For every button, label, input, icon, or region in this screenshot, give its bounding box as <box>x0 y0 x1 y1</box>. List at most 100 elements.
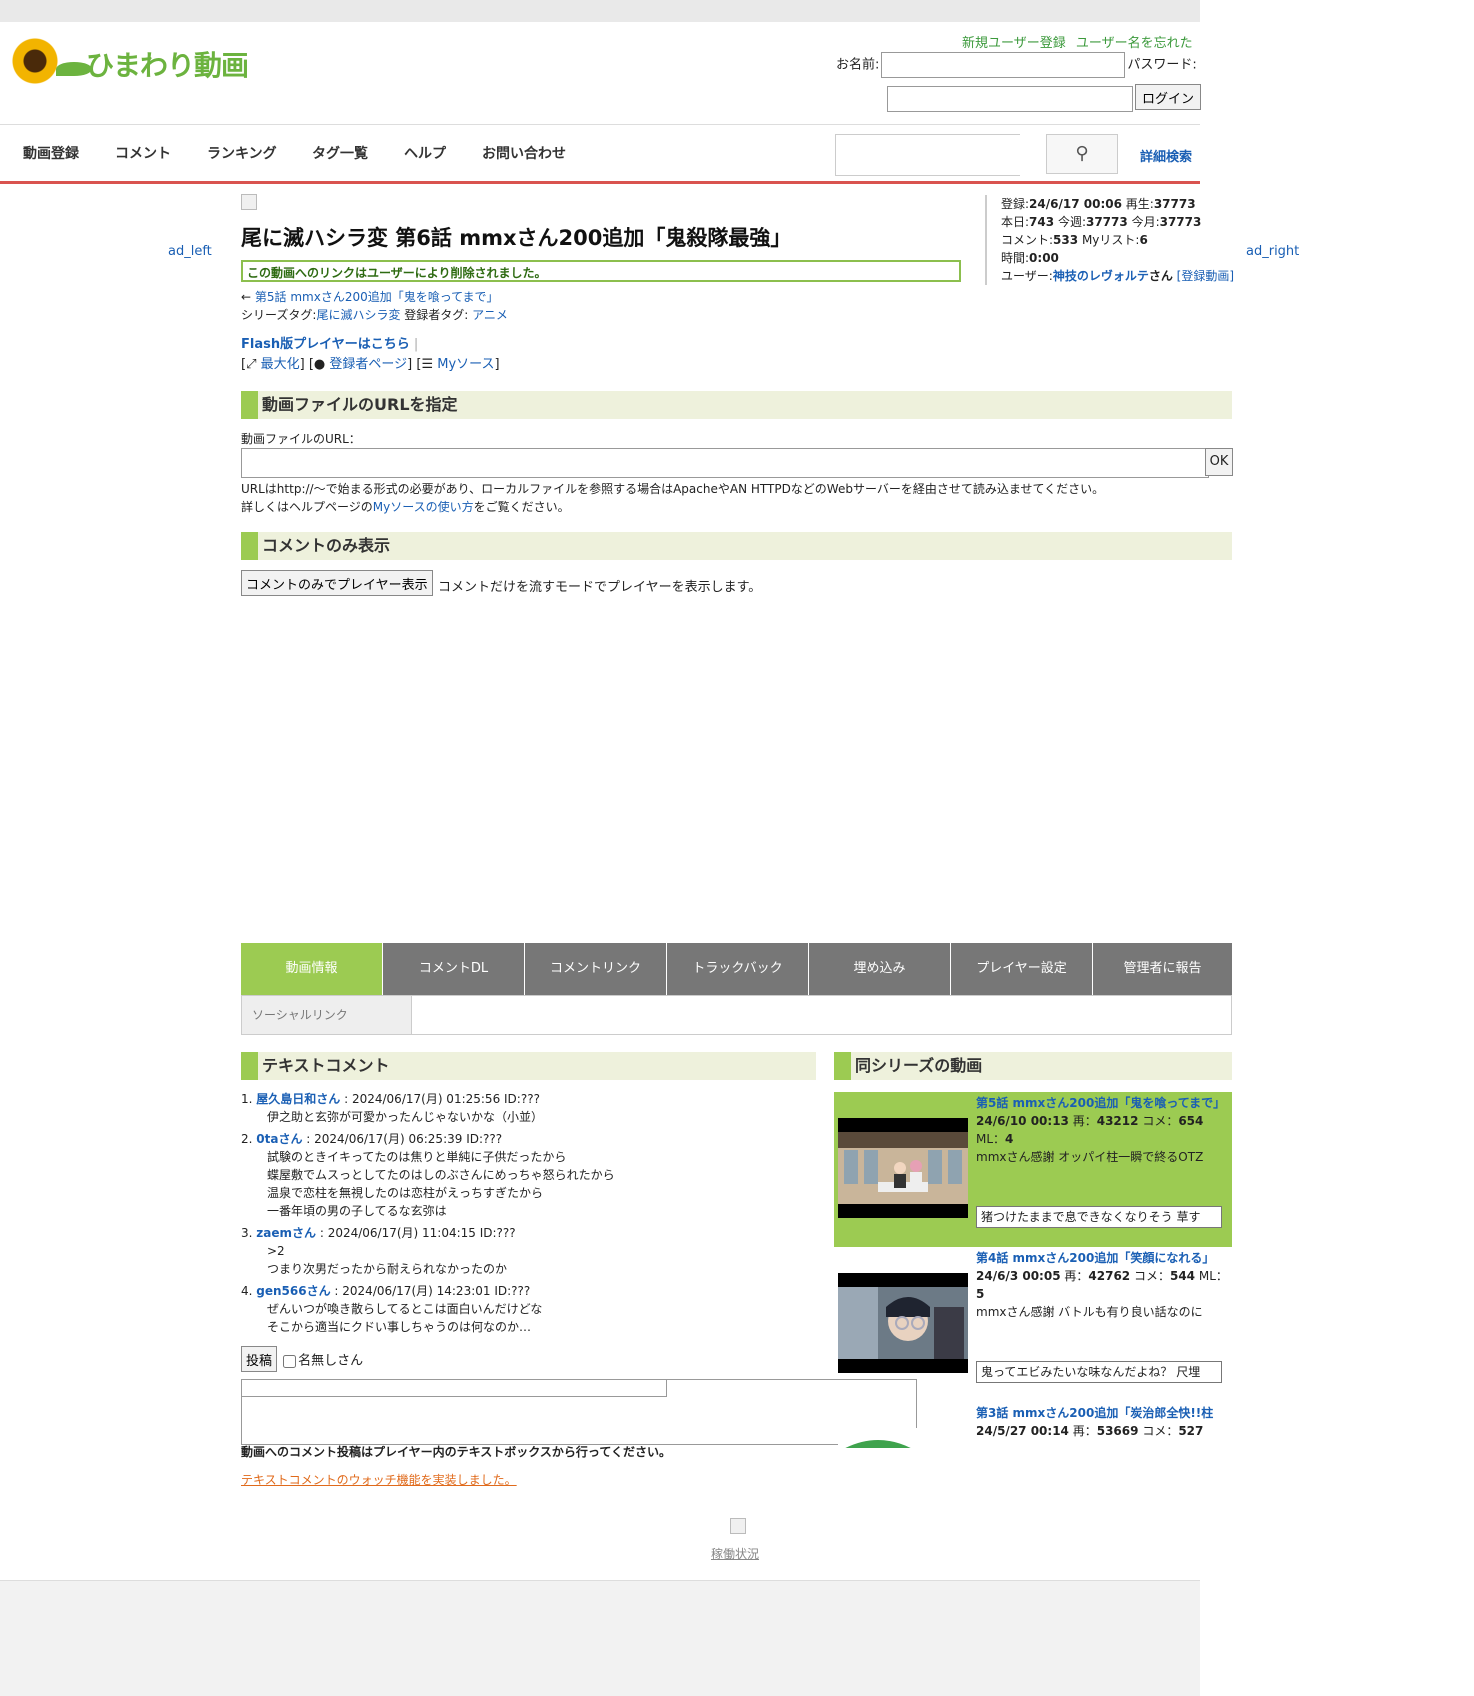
url-section-heading: 動画ファイルのURLを指定 <box>241 391 1232 419</box>
plays-count: 37773 <box>1153 197 1196 211</box>
ad-left[interactable]: ad_left <box>168 244 212 259</box>
comment-only-player-button[interactable]: コメントのみでプレイヤー表示 <box>241 570 433 596</box>
search-icon: ⚲ <box>1075 143 1089 164</box>
comment-line: 試験のときイキってたのは焦りと単純に子供だったから <box>267 1150 567 1164</box>
tab-social-link[interactable]: ソーシャルリンク <box>242 996 412 1034</box>
series-video-title[interactable]: 第5話 mmxさん200追加「鬼を喰ってまで」 <box>976 1096 1225 1110</box>
url-label: 動画ファイルのURL： <box>241 432 361 446</box>
text-comment-list: 1. 屋久島日和さん : 2024/06/17(月) 01:25:56 ID:?… <box>241 1090 811 1336</box>
comment-line: ぜんいつが喚き散らしてるとこは面白いんだけどな <box>267 1302 543 1316</box>
url-note-line2: 詳しくはヘルプページのMyソースの使い方をご覧ください。 <box>241 498 1104 516</box>
tab-report[interactable]: 管理者に報告 <box>1093 943 1232 995</box>
video-title: 尾に滅ハシラ変 第6話 mmxさん200追加「鬼殺隊最強」 <box>241 226 792 250</box>
registered-videos-link[interactable]: [登録動画] <box>1177 269 1234 283</box>
user-suffix: さん <box>1148 269 1173 283</box>
username-input[interactable] <box>881 52 1126 78</box>
ml-label: ML： <box>976 1132 1006 1146</box>
anon-checkbox[interactable] <box>283 1354 297 1368</box>
info-tabs: 動画情報 コメントDL コメントリンク トラックバック 埋め込み プレイヤー設定… <box>241 943 1232 995</box>
register-link[interactable]: 新規ユーザー登録 <box>962 36 1066 51</box>
uploader-link[interactable]: 神技のレヴォルテ <box>1053 269 1149 283</box>
comment-author[interactable]: 0taさん <box>256 1132 302 1146</box>
plays-label: 再生: <box>1125 197 1154 211</box>
tab-trackback[interactable]: トラックバック <box>667 943 809 995</box>
comment-author[interactable]: zaemさん <box>256 1226 316 1240</box>
system-status-link[interactable]: 稼働状況 <box>711 1545 759 1562</box>
nav-contact[interactable]: お問い合わせ <box>482 143 566 163</box>
nav-help[interactable]: ヘルプ <box>404 143 446 163</box>
video-thumbnail[interactable] <box>838 1118 968 1218</box>
series-comments: 544 <box>1169 1269 1196 1283</box>
mylist-label: Myリスト: <box>1081 233 1140 247</box>
series-video-item[interactable]: 第4話 mmxさん200追加「笑顔になれる」 24/6/3 00:05 再：42… <box>834 1247 1232 1402</box>
video-thumbnail[interactable] <box>838 1273 968 1373</box>
url-note-line1: URLはhttp://〜で始まる形式の必要があり、ローカルファイルを参照する場合… <box>241 482 1105 496</box>
mylist-count: 6 <box>1139 233 1148 247</box>
series-video-list: 第5話 mmxさん200追加「鬼を喰ってまで」 24/6/10 00:13 再：… <box>834 1090 1232 1448</box>
flash-player-link[interactable]: Flash版プレイヤーはこちら <box>241 337 410 352</box>
status-image-icon <box>730 1518 746 1534</box>
user-icon: ● <box>313 357 326 372</box>
month-label: 今月: <box>1131 215 1160 229</box>
series-video-item[interactable]: 第5話 mmxさん200追加「鬼を喰ってまで」 24/6/10 00:13 再：… <box>834 1092 1232 1247</box>
series-video-date: 24/5/27 00:14 <box>976 1424 1069 1438</box>
name-label: お名前: <box>836 57 880 73</box>
comment-author[interactable]: gen566さん <box>256 1284 330 1298</box>
post-row: 投稿 名無しさん <box>241 1346 363 1372</box>
post-button[interactable]: 投稿 <box>241 1346 278 1372</box>
subtab-row: ソーシャルリンク <box>241 995 1232 1035</box>
comment-line: そこから適当にクドい事しちゃうのは何なのか… <box>267 1320 532 1334</box>
player-links: [⤢ 最大化] [● 登録者ページ] [☰ Myソース] <box>241 357 500 372</box>
login-button[interactable]: ログイン <box>1135 84 1202 110</box>
maximize-link[interactable]: 最大化 <box>261 357 300 372</box>
video-url-input[interactable] <box>241 448 1209 478</box>
series-video-item[interactable]: 第3話 mmxさん200追加「炭治郎全快!!柱 24/5/27 00:14 再：… <box>834 1402 1232 1448</box>
comment-line: 一番年頃の男の子してるな玄弥は <box>267 1204 447 1218</box>
registrant-page-link[interactable]: 登録者ページ <box>329 357 407 372</box>
text-comments-heading: テキストコメント <box>241 1052 816 1080</box>
sunflower-icon <box>6 32 64 90</box>
comment-num: 2. <box>241 1132 253 1146</box>
my-source-link[interactable]: Myソース <box>437 357 494 372</box>
prev-episode-link[interactable]: 第5話 mmxさん200追加「鬼を喰ってまで」 <box>255 290 499 304</box>
series-video-text: 第3話 mmxさん200追加「炭治郎全快!!柱 24/5/27 00:14 再：… <box>976 1404 1228 1440</box>
url-note: URLはhttp://〜で始まる形式の必要があり、ローカルファイルを参照する場合… <box>241 480 1104 516</box>
url-ok-button[interactable]: OK <box>1205 448 1233 476</box>
password-label: パスワード: <box>1127 57 1197 73</box>
comments-count: 533 <box>1053 233 1079 247</box>
nav-comments[interactable]: コメント <box>115 143 171 163</box>
advanced-search-link[interactable]: 詳細検索 <box>1140 146 1192 165</box>
nav-upload[interactable]: 動画登録 <box>23 143 79 163</box>
site-logo[interactable]: ひまわり動画 <box>6 32 251 90</box>
comment-name-input[interactable] <box>241 1379 667 1397</box>
my-source-help-link[interactable]: Myソースの使い方 <box>373 500 474 514</box>
search-button[interactable]: ⚲ <box>1046 134 1118 174</box>
tab-comment-link[interactable]: コメントリンク <box>525 943 667 995</box>
comment-author[interactable]: 屋久島日和さん <box>256 1092 340 1106</box>
comment-meta: : 2024/06/17(月) 01:25:56 ID:??? <box>340 1092 540 1106</box>
video-thumbnail[interactable] <box>838 1428 968 1448</box>
series-video-title[interactable]: 第4話 mmxさん200追加「笑顔になれる」 <box>976 1251 1214 1265</box>
footer <box>0 1580 1200 1696</box>
tab-video-info[interactable]: 動画情報 <box>241 943 383 995</box>
main-nav: 動画登録 コメント ランキング タグ一覧 ヘルプ お問い合わせ <box>0 125 1200 184</box>
tab-comment-dl[interactable]: コメントDL <box>383 943 525 995</box>
series-ml: 5 <box>976 1287 985 1301</box>
search-input[interactable] <box>835 134 1020 176</box>
login-row-2: ログイン <box>887 84 1202 112</box>
tab-player-settings[interactable]: プレイヤー設定 <box>951 943 1093 995</box>
series-plays: 53669 <box>1096 1424 1139 1438</box>
registrant-tag-link[interactable]: アニメ <box>472 308 508 322</box>
password-input[interactable] <box>887 86 1133 112</box>
video-info: 登録:24/6/17 00:06 再生:37773 本日:743 今週:3777… <box>985 195 1251 285</box>
nav-tags[interactable]: タグ一覧 <box>312 143 368 163</box>
series-video-desc: mmxさん感謝 オッパイ柱一瞬で終るOTZ <box>976 1150 1204 1164</box>
nav-ranking[interactable]: ランキング <box>207 143 277 163</box>
tab-embed[interactable]: 埋め込み <box>809 943 951 995</box>
thumbnail-scene <box>838 1132 968 1204</box>
watch-feature-link[interactable]: テキストコメントのウォッチ機能を実装しました。 <box>241 1471 517 1488</box>
series-video-title[interactable]: 第3話 mmxさん200追加「炭治郎全快!!柱 <box>976 1406 1213 1420</box>
series-tag-link[interactable]: 尾に滅ハシラ変 <box>316 308 400 322</box>
registrant-tag-label: 登録者タグ: <box>404 308 469 322</box>
ad-right[interactable]: ad_right <box>1246 244 1299 259</box>
